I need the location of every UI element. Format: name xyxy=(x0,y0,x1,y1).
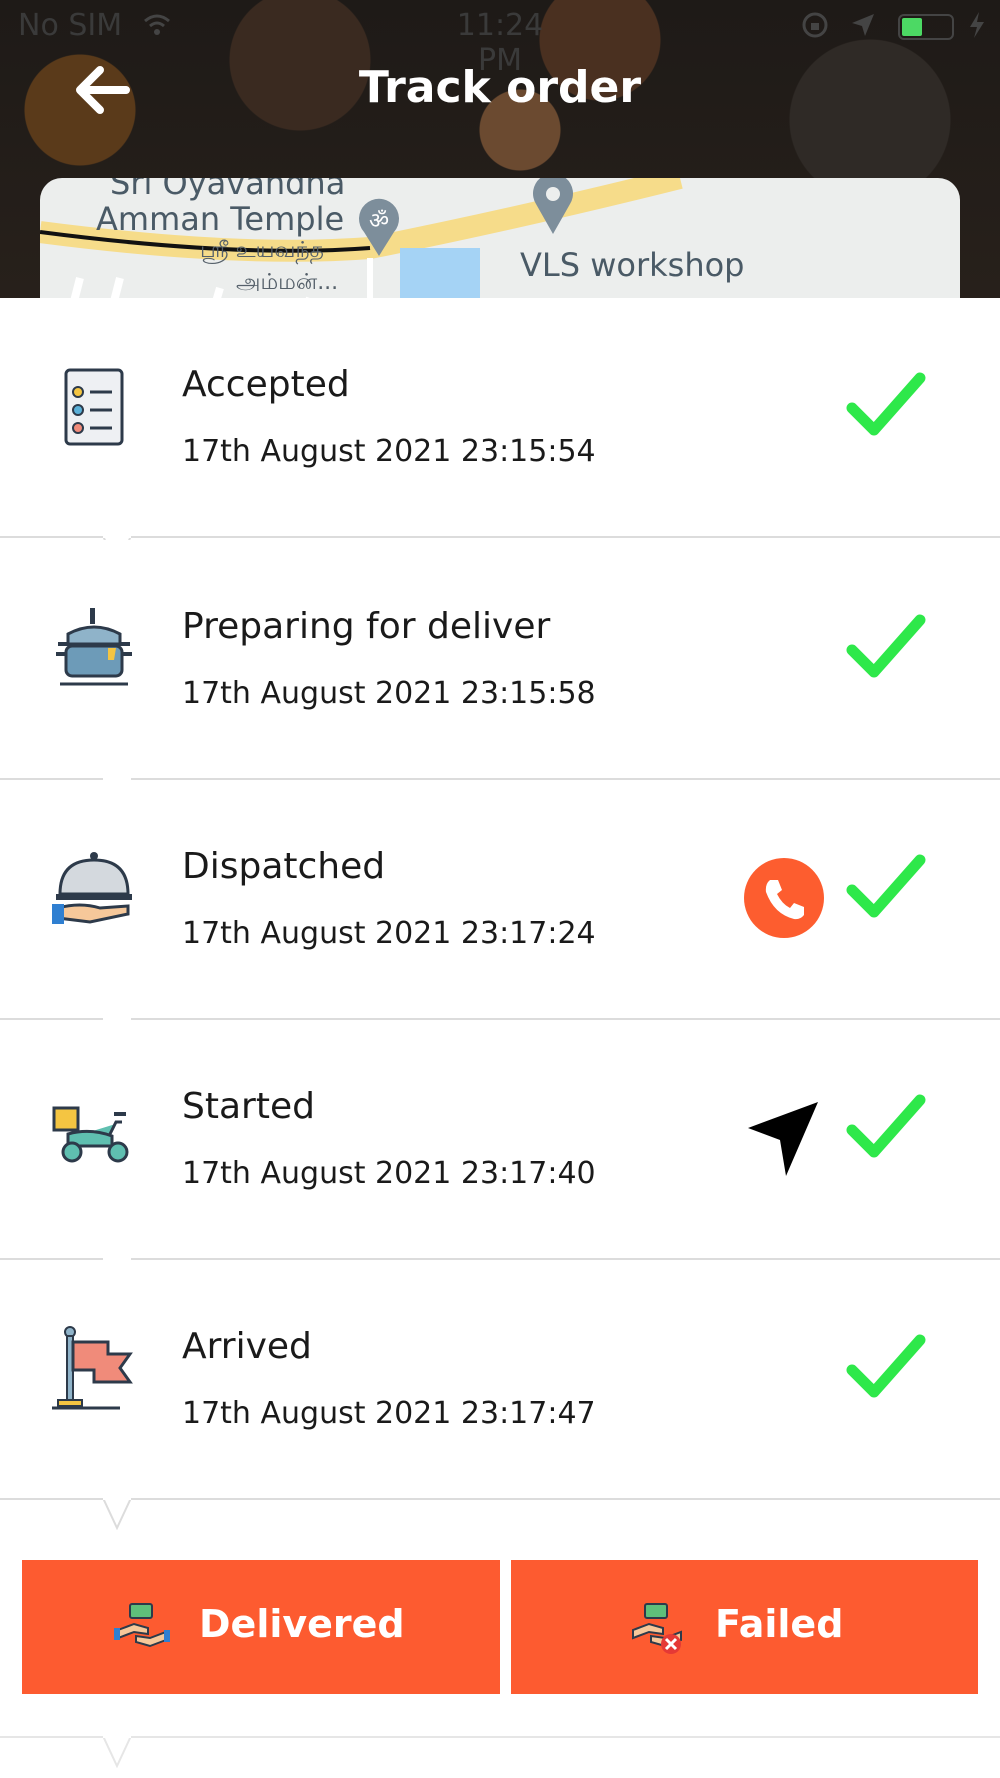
map-label-temple-line1: Sri Oyavandha xyxy=(110,178,346,202)
temple-pin-icon: ॐ xyxy=(359,198,399,256)
divider xyxy=(0,1736,1000,1738)
timeline-row-accepted: Accepted 17th August 2021 23:15:54 xyxy=(0,298,1000,568)
timeline-row-dispatched: Dispatched 17th August 2021 23:17:24 xyxy=(0,780,1000,1050)
location-services-icon xyxy=(848,10,878,40)
orientation-lock-icon xyxy=(800,10,830,40)
step-title: Preparing for deliver xyxy=(182,606,551,647)
money-exchange-icon xyxy=(114,1603,170,1648)
step-title: Started xyxy=(182,1086,315,1127)
step-time: 17th August 2021 23:15:54 xyxy=(182,434,596,469)
charging-icon xyxy=(962,10,992,40)
step-time: 17th August 2021 23:17:40 xyxy=(182,1156,596,1191)
delivery-scooter-icon xyxy=(52,1106,129,1163)
failed-button[interactable]: Failed xyxy=(511,1560,978,1694)
timeline-notch xyxy=(103,1736,131,1768)
timeline-notch xyxy=(103,1498,131,1530)
phone-icon xyxy=(765,880,804,920)
navigate-button[interactable] xyxy=(746,1100,826,1180)
checkmark-icon xyxy=(846,614,926,678)
cooking-pot-icon xyxy=(56,608,132,686)
battery-icon xyxy=(898,14,954,40)
delivered-button[interactable]: Delivered xyxy=(22,1560,500,1694)
serving-cloche-icon xyxy=(52,852,132,924)
wifi-icon xyxy=(142,10,172,40)
step-time: 17th August 2021 23:17:24 xyxy=(182,916,596,951)
timeline-row-arrived: Arrived 17th August 2021 23:17:47 xyxy=(0,1260,1000,1530)
checkmark-icon xyxy=(846,1334,926,1398)
step-time: 17th August 2021 23:17:47 xyxy=(182,1396,596,1431)
navigation-arrow-icon xyxy=(748,1102,818,1176)
svg-text:ॐ: ॐ xyxy=(369,209,389,234)
failed-label: Failed xyxy=(715,1602,844,1646)
step-title: Dispatched xyxy=(182,846,386,887)
page-title: Track order xyxy=(358,62,642,113)
carrier-label: No SIM xyxy=(18,8,123,43)
checkmark-icon xyxy=(846,372,926,436)
map-label-tamil-line1: ஸ்ரீ உயவந்த xyxy=(200,238,324,263)
delivered-label: Delivered xyxy=(199,1602,405,1646)
location-pin-icon xyxy=(533,178,573,234)
checklist-icon xyxy=(64,368,124,446)
map-label-temple-line2: Amman Temple xyxy=(96,200,345,238)
timeline-row-started: Started 17th August 2021 23:17:40 xyxy=(0,1020,1000,1290)
status-bar: No SIM 11:24 PM xyxy=(0,0,1000,78)
checkmark-icon xyxy=(846,1094,926,1158)
action-bar: Delivered Failed xyxy=(0,1560,1000,1778)
step-title: Arrived xyxy=(182,1326,312,1367)
timeline-row-preparing: Preparing for deliver 17th August 2021 2… xyxy=(0,540,1000,810)
call-button[interactable] xyxy=(744,858,824,938)
map-label-tamil-line2: அம்மன்... xyxy=(236,270,339,295)
step-title: Accepted xyxy=(182,364,350,405)
failed-exchange-icon xyxy=(632,1603,682,1654)
step-time: 17th August 2021 23:15:58 xyxy=(182,676,596,711)
flag-icon xyxy=(52,1326,133,1410)
checkmark-icon xyxy=(846,854,926,918)
map-label-place: VLS workshop xyxy=(520,246,745,284)
